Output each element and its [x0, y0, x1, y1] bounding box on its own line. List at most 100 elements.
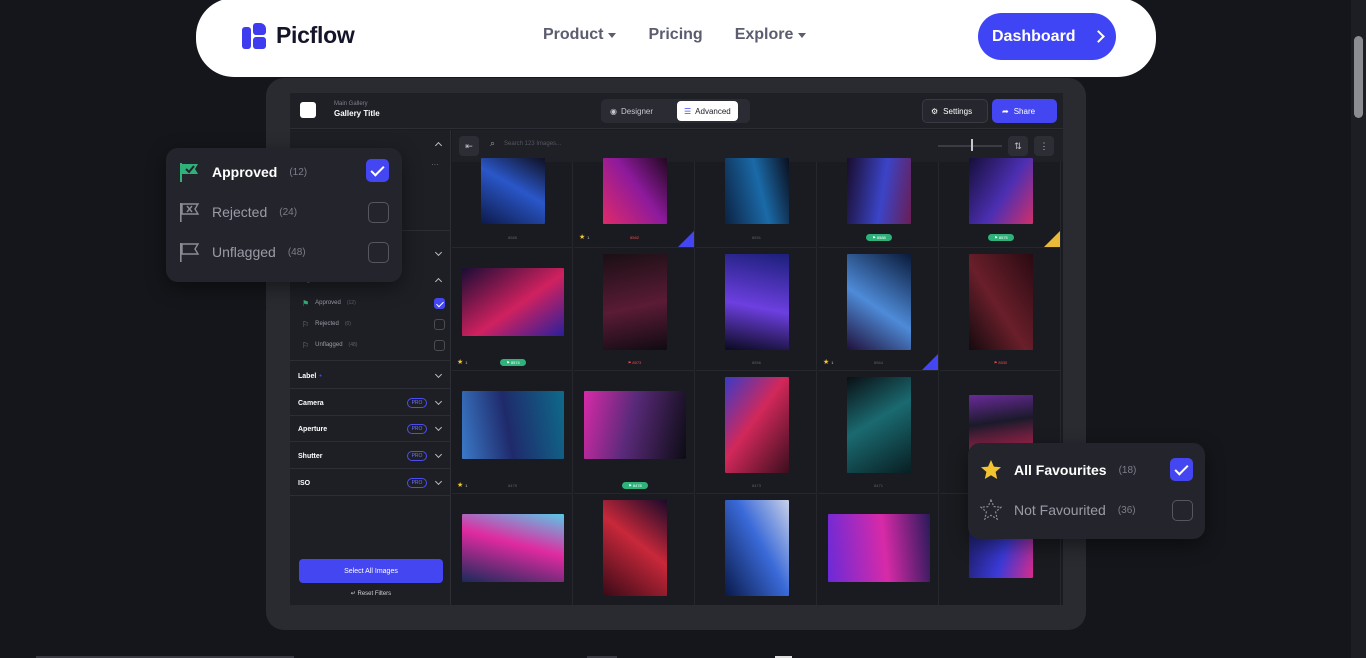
all-favourites-checkbox[interactable] [1170, 458, 1193, 481]
image-number: 8585 [508, 235, 517, 240]
menu-product[interactable]: Product [543, 26, 617, 44]
grid-cell[interactable]: 8479 ★ 1 [452, 371, 573, 494]
grid-cell[interactable]: 8473 [696, 371, 817, 494]
image-number: ⚑ 8530 [993, 360, 1008, 365]
thumbnail-image[interactable] [968, 254, 1033, 350]
grid-cell[interactable] [452, 494, 573, 605]
grid-cell[interactable]: 8556 [696, 248, 817, 371]
popover-not-favourited[interactable]: Not Favourited (36) [980, 499, 1136, 521]
grid-cell[interactable] [696, 494, 817, 605]
thumbnail-image[interactable] [968, 158, 1033, 224]
flag-rejected-checkbox[interactable] [434, 318, 445, 330]
grid-cell[interactable]: 8582 ★ 1 [574, 158, 695, 248]
thumbnail-image[interactable] [846, 377, 911, 473]
share-button[interactable]: ➦ Share [992, 99, 1057, 123]
menu-explore[interactable]: Explore [735, 26, 807, 44]
menu-pricing[interactable]: Pricing [648, 26, 702, 44]
rejected-checkbox[interactable] [368, 202, 389, 223]
flag-check-icon: ⚑ [302, 298, 310, 308]
filter-camera[interactable]: Camera PRO [298, 393, 443, 413]
grid-cell[interactable]: ⚑ 8478 [574, 371, 695, 494]
thumbnail-image[interactable] [724, 254, 789, 350]
filter-shutter[interactable]: Shutter PRO [298, 446, 443, 466]
thumbnail-image[interactable] [461, 391, 564, 459]
grid-cell[interactable]: 8591 [696, 158, 817, 248]
picflow-logo-icon [242, 22, 268, 49]
image-number: ⚑ 8478 [622, 482, 648, 489]
thumbnail-image[interactable] [827, 514, 930, 582]
popover-flag-rejected[interactable]: Rejected (24) [178, 201, 297, 223]
sort-button[interactable]: ⇅ [1008, 136, 1028, 156]
main-menu: Product Pricing Explore [543, 26, 807, 44]
sort-icon: ⇅ [1014, 140, 1022, 151]
search-input[interactable]: Search 123 Images... [504, 141, 561, 147]
filter-aperture[interactable]: Aperture PRO [298, 419, 443, 439]
flag-unflagged-checkbox[interactable] [434, 339, 445, 351]
thumbnail-image[interactable] [602, 158, 667, 224]
approved-checkbox[interactable] [366, 159, 389, 182]
thumbnail-image[interactable] [602, 500, 667, 596]
thumbnail-image[interactable] [724, 377, 789, 473]
chevron-down-icon [434, 423, 443, 432]
grid-cell[interactable] [574, 494, 695, 605]
thumbnail-image[interactable] [846, 158, 911, 224]
tab-advanced[interactable]: ☰ Advanced [677, 101, 738, 121]
star-rating-icon: ★ 1 [579, 234, 590, 241]
page-scrollbar[interactable] [1351, 0, 1366, 658]
thumbnail-image[interactable] [602, 254, 667, 350]
tab-designer[interactable]: ◉ Designer [603, 101, 660, 121]
gallery-subtitle: Main Gallery [334, 101, 368, 107]
grid-cell[interactable]: ⚑ 8574 ★ 1 [452, 248, 573, 371]
thumbnail-image[interactable] [461, 268, 564, 336]
return-icon: ↵ [350, 591, 358, 597]
zoom-slider[interactable] [938, 145, 1002, 147]
brand[interactable]: Picflow [242, 22, 355, 49]
image-number: ⚑ 8575 [988, 234, 1014, 241]
not-favourited-checkbox[interactable] [1172, 500, 1193, 521]
thumbnail-image[interactable] [724, 500, 789, 596]
sidebar-flag-rejected[interactable]: ⚐ Rejected (0) [302, 317, 445, 331]
grid-cell[interactable]: 8564 ★ 1 [818, 248, 939, 371]
popover-flag-unflagged[interactable]: Unflagged (48) [178, 241, 306, 263]
flag-approved-checkbox[interactable] [434, 297, 445, 309]
grid-cell[interactable]: ⚑ 8588 [818, 158, 939, 248]
grid-cell[interactable]: 8585 [452, 158, 573, 248]
dashboard-button[interactable]: Dashboard [978, 13, 1116, 60]
grid-cell[interactable]: ⚑ 8573 [574, 248, 695, 371]
popover-flag-approved[interactable]: Approved (12) [178, 161, 307, 183]
popover-all-favourites[interactable]: All Favourites (18) [980, 459, 1136, 481]
filter-title: Aperture [298, 425, 328, 433]
grid-cell[interactable]: 8471 [818, 371, 939, 494]
eye-icon: ◉ [610, 106, 617, 116]
popover-label: Approved [212, 164, 278, 180]
unflagged-checkbox[interactable] [368, 242, 389, 263]
thumbnail-image[interactable] [461, 514, 564, 582]
list-icon: ☰ [684, 106, 692, 116]
grid-cell[interactable]: ⚑ 8530 [940, 248, 1061, 371]
thumbnail-image[interactable] [846, 254, 911, 350]
collapse-sidebar-button[interactable]: ⇤ [459, 136, 479, 156]
scrollbar-thumb[interactable] [1354, 36, 1363, 118]
reset-filters-button[interactable]: ↵ Reset Filters [299, 590, 443, 597]
popover-count: (12) [289, 166, 308, 178]
menu-product-label: Product [543, 26, 604, 43]
share-label: Share [1013, 106, 1036, 116]
zoom-slider-handle[interactable] [971, 139, 973, 151]
filter-label[interactable]: Label • [298, 366, 443, 386]
settings-button[interactable]: ⚙ Settings [922, 99, 988, 123]
filter-iso[interactable]: ISO PRO [298, 473, 443, 493]
thumbnail-image[interactable] [724, 158, 789, 224]
flag-label: Rejected [315, 321, 339, 327]
top-nav: Picflow Product Pricing Explore Dashboar… [196, 0, 1156, 77]
thumbnail-image[interactable] [583, 391, 686, 459]
select-all-button[interactable]: Select All Images [299, 559, 443, 583]
thumbnail-image[interactable] [480, 158, 545, 224]
sidebar-flag-unflagged[interactable]: ⚐ Unflagged (48) [302, 338, 445, 352]
more-button[interactable]: ⋮ [1034, 136, 1054, 156]
grid-cell[interactable]: ⚑ 8575 [940, 158, 1061, 248]
image-number: ⚑ 8574 [500, 359, 526, 366]
grid-cell[interactable] [818, 494, 939, 605]
popover-label: All Favourites [1014, 462, 1107, 478]
sidebar-flag-approved[interactable]: ⚑ Approved (12) [302, 296, 445, 310]
app-header: Main Gallery Gallery Title ◉ Designer ☰ Ad… [290, 93, 1063, 129]
